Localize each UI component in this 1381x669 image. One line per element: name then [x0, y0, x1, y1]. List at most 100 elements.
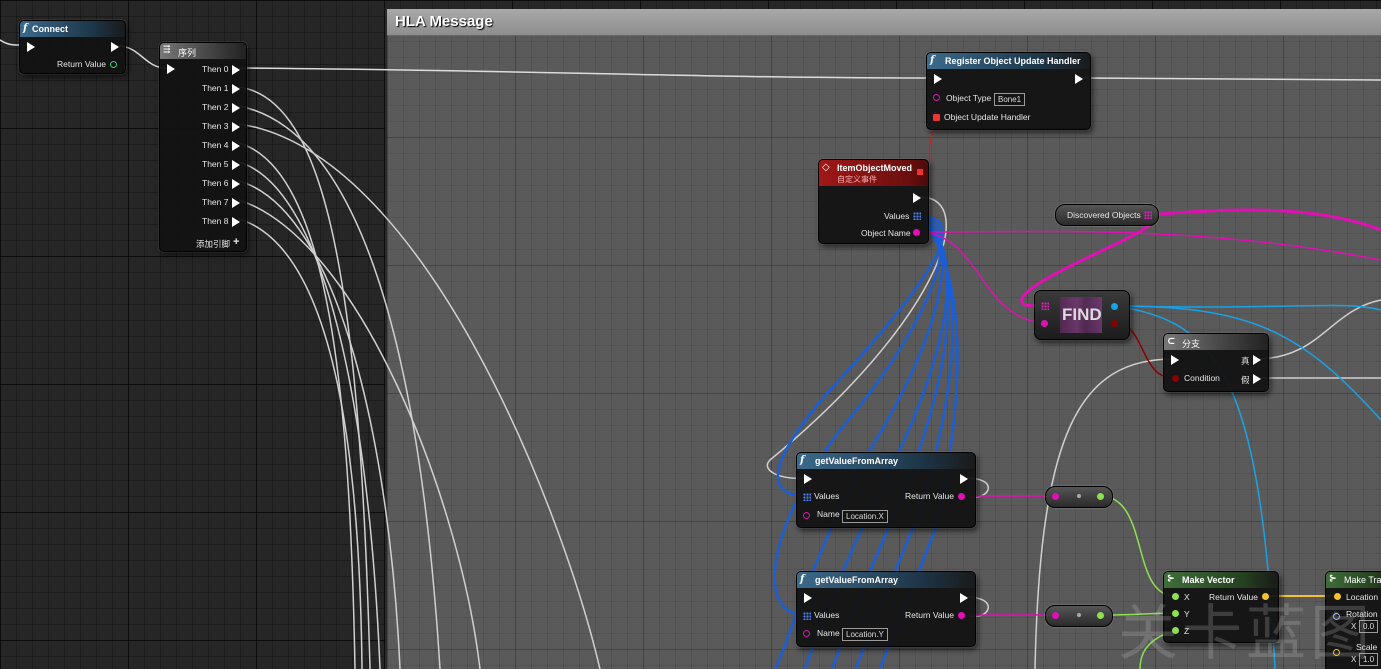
get-value-node-x[interactable]: f getValueFromArray Values Return Value N…	[796, 452, 976, 528]
false-label: 假	[1241, 375, 1250, 385]
register-handler-node[interactable]: f Register Object Update Handler Object T…	[926, 52, 1091, 130]
values-array-pin[interactable]	[913, 212, 921, 220]
wire-then8	[238, 218, 363, 669]
sequence-then-label: Then 5	[202, 159, 229, 169]
find-result-pin[interactable]	[1111, 303, 1118, 310]
exec-in-pin[interactable]	[804, 593, 812, 603]
conversion-out-pin[interactable]	[1097, 612, 1104, 619]
name-label: Name	[817, 509, 840, 519]
sequence-then-exec-pin[interactable]	[232, 122, 240, 132]
add-pin-icon[interactable]: +	[233, 236, 239, 248]
custom-event-subtitle: 自定义事件	[837, 175, 877, 184]
name-input[interactable]: Location.Y	[842, 628, 888, 641]
sequence-then-label: Then 1	[202, 83, 229, 93]
name-label: Name	[817, 628, 840, 638]
find-node[interactable]: FIND	[1034, 290, 1130, 340]
return-value-pin[interactable]	[958, 612, 965, 619]
sequence-then-exec-pin[interactable]	[232, 217, 240, 227]
conversion-dot-icon	[1077, 613, 1081, 617]
object-update-handler-label: Object Update Handler	[944, 112, 1031, 122]
exec-in-pin[interactable]	[27, 42, 35, 52]
object-name-pin[interactable]	[913, 229, 920, 236]
wire-then4	[238, 142, 356, 669]
delegate-pin[interactable]	[917, 169, 923, 175]
object-update-handler-pin[interactable]	[933, 114, 940, 121]
get-value-y-title: getValueFromArray	[815, 575, 899, 585]
return-value-label: Return Value	[905, 610, 954, 620]
find-label: FIND	[1062, 305, 1102, 324]
connect-node-title: Connect	[32, 24, 68, 34]
function-icon: f	[23, 23, 28, 34]
connect-node[interactable]: f Connect Return Value	[19, 20, 126, 74]
string-to-float-conversion-x[interactable]	[1045, 486, 1113, 508]
sequence-then-exec-pin[interactable]	[232, 65, 240, 75]
sequence-then-exec-pin[interactable]	[232, 103, 240, 113]
sequence-then-label: Then 2	[202, 102, 229, 112]
false-exec-pin[interactable]	[1253, 374, 1261, 384]
discovered-objects-pin[interactable]	[1144, 211, 1152, 219]
sequence-then-exec-pin[interactable]	[232, 141, 240, 151]
exec-out-pin[interactable]	[960, 474, 968, 484]
return-value-pin[interactable]	[958, 493, 965, 500]
conversion-out-pin[interactable]	[1097, 493, 1104, 500]
sequence-then-exec-pin[interactable]	[232, 160, 240, 170]
sequence-then-exec-pin[interactable]	[232, 179, 240, 189]
make-struct-icon: ⊱	[1329, 574, 1337, 584]
wire-then6	[238, 180, 401, 669]
exec-out-pin[interactable]	[913, 193, 921, 203]
discovered-objects-variable[interactable]: Discovered Objects	[1055, 204, 1159, 226]
exec-in-pin[interactable]	[934, 74, 942, 84]
conversion-in-pin[interactable]	[1052, 612, 1059, 619]
find-array-pin[interactable]	[1041, 302, 1049, 310]
name-pin[interactable]	[803, 630, 810, 637]
get-value-x-title: getValueFromArray	[815, 456, 899, 466]
name-pin[interactable]	[803, 512, 810, 519]
return-value-pin[interactable]	[110, 61, 117, 68]
function-icon: f	[800, 574, 805, 585]
sequence-node[interactable]: ⇶ 序列 Then 0 Then 1 Then 2 Then 3 Then 4 Then 5…	[159, 42, 247, 252]
values-array-pin[interactable]	[803, 493, 811, 501]
exec-out-pin[interactable]	[960, 593, 968, 603]
object-type-pin[interactable]	[933, 94, 940, 101]
condition-label: Condition	[1184, 373, 1220, 383]
sequence-then-exec-pin[interactable]	[232, 198, 240, 208]
comment-title: HLA Message	[395, 13, 493, 30]
values-array-pin[interactable]	[803, 612, 811, 620]
object-type-input[interactable]: Bone1	[994, 93, 1025, 106]
register-handler-title: Register Object Update Handler	[945, 56, 1081, 66]
sequence-then-label: Then 3	[202, 121, 229, 131]
find-item-pin[interactable]	[1041, 320, 1048, 327]
custom-event-header: ◇ ItemObjectMoved 自定义事件	[819, 160, 928, 186]
object-type-label: Object Type	[946, 93, 992, 103]
sequence-icon: ⇶	[163, 45, 171, 55]
sequence-then-exec-pin[interactable]	[232, 84, 240, 94]
name-input[interactable]: Location.X	[842, 510, 888, 523]
exec-out-pin[interactable]	[1075, 74, 1083, 84]
true-label: 真	[1241, 356, 1250, 366]
conversion-dot-icon	[1077, 494, 1081, 498]
custom-event-title: ItemObjectMoved	[837, 163, 913, 173]
exec-in-pin[interactable]	[1171, 355, 1179, 365]
sequence-then-label: Then 4	[202, 140, 229, 150]
blueprint-graph-canvas[interactable]: HLA Message f Connect Return Value ⇶ 序列 …	[0, 0, 1381, 669]
exec-out-pin[interactable]	[111, 42, 119, 52]
exec-in-pin[interactable]	[804, 474, 812, 484]
add-pin-label[interactable]: 添加引脚	[196, 238, 230, 250]
comment-title-bar[interactable]: HLA Message	[387, 9, 1381, 36]
find-found-pin[interactable]	[1111, 320, 1118, 327]
make-transform-title: Make Tra	[1344, 575, 1381, 585]
values-label: Values	[814, 610, 840, 620]
wire-exec-in	[0, 39, 21, 46]
condition-pin[interactable]	[1172, 375, 1179, 382]
string-to-float-conversion-y[interactable]	[1045, 605, 1113, 627]
custom-event-node[interactable]: ◇ ItemObjectMoved 自定义事件 Values Object Na…	[818, 159, 929, 244]
function-icon: f	[930, 55, 935, 66]
get-value-y-header: f getValueFromArray	[797, 572, 975, 588]
true-exec-pin[interactable]	[1253, 355, 1261, 365]
return-value-label: Return Value	[57, 59, 106, 69]
conversion-in-pin[interactable]	[1052, 493, 1059, 500]
exec-in-pin[interactable]	[167, 64, 175, 74]
object-name-label: Object Name	[861, 228, 911, 238]
get-value-node-y[interactable]: f getValueFromArray Values Return Value N…	[796, 571, 976, 647]
branch-node[interactable]: ⊂ 分支 真 Condition 假	[1163, 333, 1269, 392]
